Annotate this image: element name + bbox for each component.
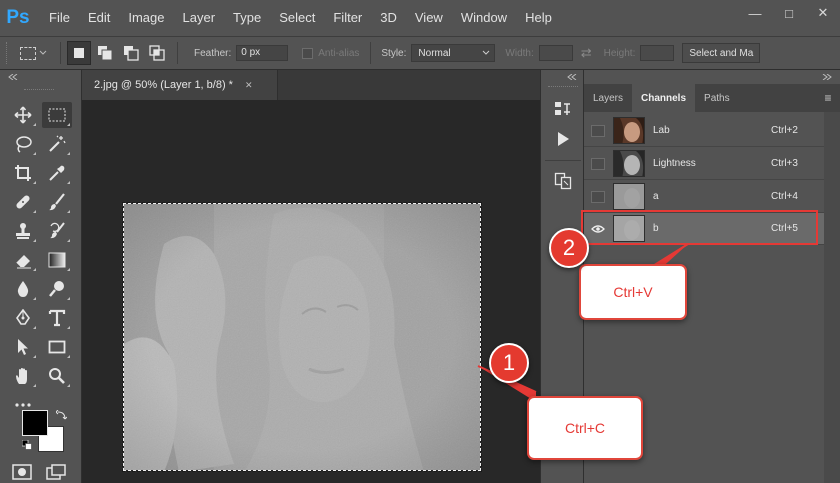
callout-ctrl-c-label: Ctrl+C [564, 420, 606, 436]
callout-ctrl-v-label: Ctrl+V [613, 284, 653, 300]
callout-ctrl-c: Ctrl+C [527, 396, 643, 460]
step-badge-2: 2 [549, 228, 589, 268]
highlight-channel-b [581, 210, 818, 245]
foreground-color-swatch[interactable] [22, 410, 48, 436]
step-badge-1: 1 [489, 343, 529, 383]
callout-ctrl-v: Ctrl+V [579, 264, 687, 320]
